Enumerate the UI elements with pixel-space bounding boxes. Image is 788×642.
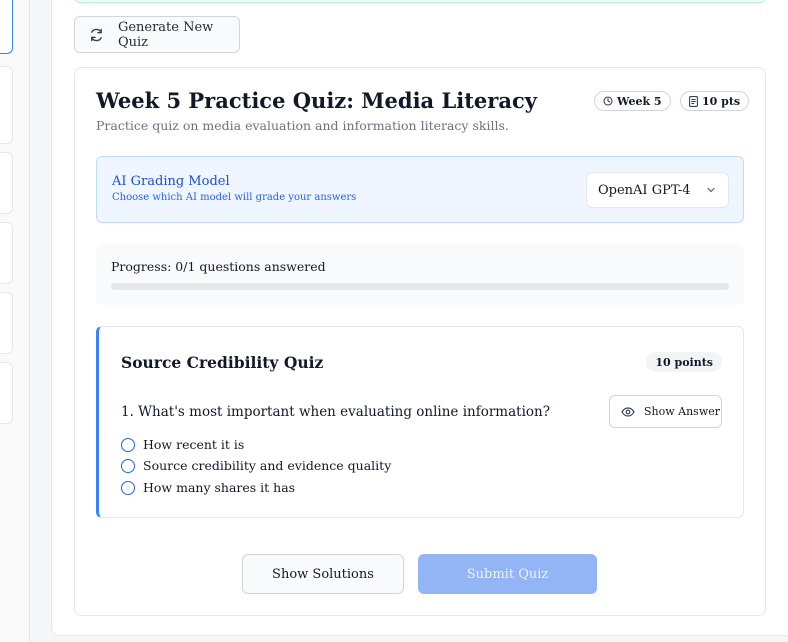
show-solutions-button[interactable]: Show Solutions [242, 554, 404, 594]
submit-quiz-button[interactable]: Submit Quiz [418, 554, 597, 594]
answer-option-label: How many shares it has [143, 480, 296, 495]
week-badge-label: Week 5 [617, 94, 662, 108]
question-card-title: Source Credibility Quiz [121, 353, 324, 372]
eye-icon [621, 406, 635, 417]
answer-option[interactable]: Source credibility and evidence quality [121, 458, 391, 473]
radio-button[interactable] [121, 480, 135, 495]
radio-button[interactable] [121, 458, 135, 473]
success-banner [74, 0, 766, 3]
left-sidebar [0, 0, 30, 642]
sidebar-card[interactable] [0, 152, 13, 214]
progress-panel: Progress: 0/1 questions answered [96, 244, 744, 305]
show-answer-label: Show Answer [644, 405, 721, 418]
answer-option[interactable]: How many shares it has [121, 480, 295, 495]
generate-new-quiz-button[interactable]: Generate New Quiz [74, 16, 240, 53]
chevron-down-icon [707, 187, 715, 193]
quiz-title: Week 5 Practice Quiz: Media Literacy [96, 88, 537, 113]
sidebar-card[interactable] [0, 362, 13, 424]
progress-bar [111, 283, 729, 290]
sidebar-card[interactable] [0, 222, 13, 284]
sidebar-card-active[interactable] [0, 0, 13, 54]
sidebar-card[interactable] [0, 66, 13, 144]
sidebar-card[interactable] [0, 292, 13, 354]
points-badge-label: 10 pts [702, 94, 741, 108]
radio-button[interactable] [121, 437, 135, 452]
question-text: 1. What's most important when evaluating… [121, 404, 550, 420]
ai-grading-subtitle: Choose which AI model will grade your an… [112, 192, 357, 203]
ai-model-selected-value: OpenAI GPT-4 [598, 182, 691, 198]
ai-grading-title: AI Grading Model [112, 174, 230, 189]
question-points-badge: 10 points [646, 352, 722, 372]
progress-label: Progress: 0/1 questions answered [111, 259, 326, 274]
question-card: Source Credibility Quiz 10 points 1. Wha… [96, 326, 744, 518]
answer-option-label: Source credibility and evidence quality [143, 458, 392, 473]
points-badge: 10 pts [680, 91, 750, 111]
document-icon [689, 95, 698, 107]
ai-grading-panel: AI Grading Model Choose which AI model w… [96, 156, 744, 223]
week-badge: Week 5 [594, 91, 671, 111]
clock-icon [603, 96, 613, 106]
refresh-icon [91, 28, 102, 41]
answer-option[interactable]: How recent it is [121, 437, 244, 452]
answer-option-label: How recent it is [143, 437, 245, 452]
show-answer-button[interactable]: Show Answer [609, 395, 722, 428]
ai-model-select[interactable]: OpenAI GPT-4 [586, 172, 729, 208]
quiz-subtitle: Practice quiz on media evaluation and in… [96, 118, 509, 133]
generate-new-quiz-label: Generate New Quiz [117, 19, 214, 50]
